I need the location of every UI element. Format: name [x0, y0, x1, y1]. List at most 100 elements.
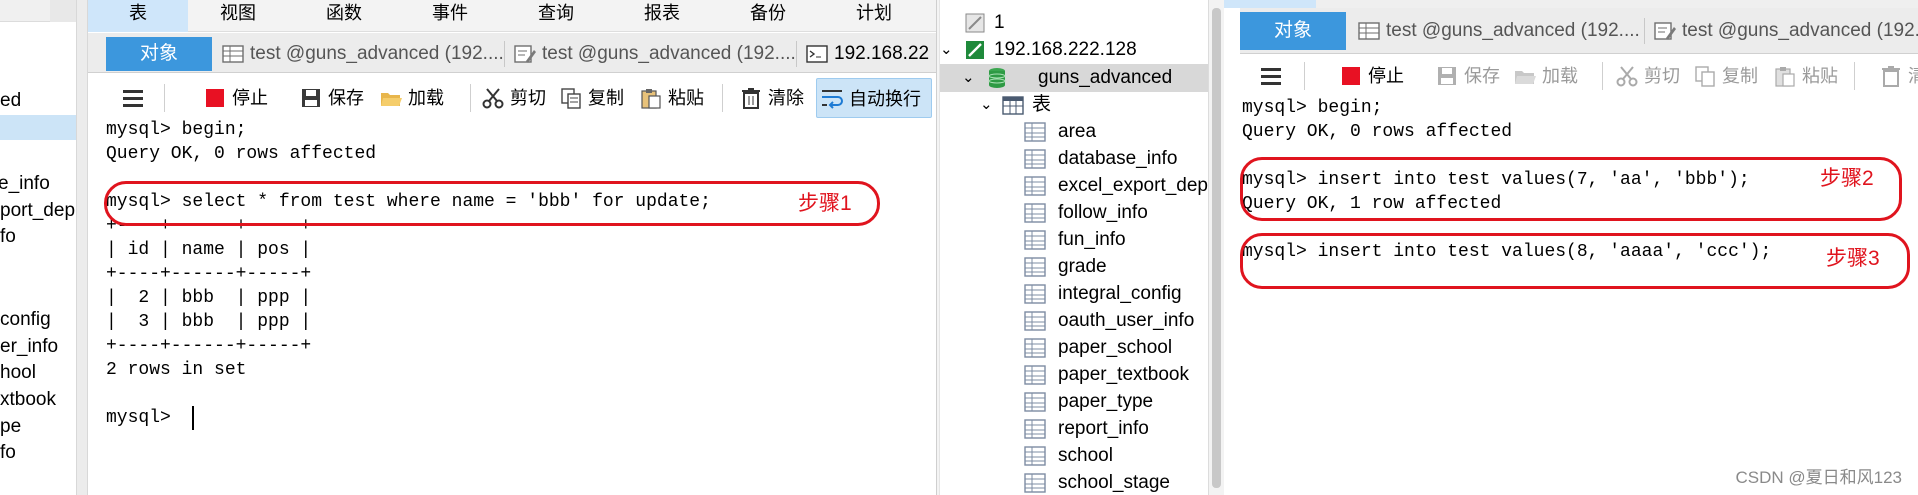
clear-button[interactable]: 清除 [740, 78, 810, 118]
panel-splitter[interactable] [76, 0, 88, 495]
console-line: Query OK, 0 rows affected [1242, 122, 1513, 142]
save-icon [1438, 67, 1456, 85]
menu-item-functions[interactable]: 函数 [294, 0, 394, 32]
load-button[interactable]: 加载 [380, 78, 454, 118]
console-line: | 2 | bbb | ppp | [106, 288, 312, 308]
console-output-left[interactable]: mysql> begin; Query OK, 0 rows affected … [106, 118, 934, 495]
connection-icon [965, 13, 985, 33]
table-icon [1024, 338, 1046, 358]
menu-item-queries[interactable]: 查询 [506, 0, 606, 32]
left-panel-item[interactable]: config [0, 306, 76, 333]
toolbar: 停止 保存 加载 剪切 复制 粘贴 清除 自动换行 [100, 78, 936, 118]
table-icon [1024, 311, 1046, 331]
table-icon [1024, 392, 1046, 412]
annotation-label-step3: 步骤3 [1826, 247, 1880, 270]
console-line: | 3 | bbb | ppp | [106, 312, 312, 332]
tree-scrollbar[interactable] [1208, 0, 1224, 495]
cut-button[interactable]: 剪切 [1616, 56, 1686, 96]
left-panel-fragment: ed e_info port_dep fo config er_info hoo… [0, 0, 76, 495]
tab-objects[interactable]: 对象 [1240, 12, 1346, 50]
left-panel-item[interactable]: hool [0, 359, 76, 386]
tables-folder-icon [1002, 96, 1024, 115]
copy-icon [1695, 66, 1715, 87]
left-panel-item[interactable]: e_info [0, 170, 76, 197]
menu-button[interactable] [1260, 56, 1286, 96]
left-panel-selection [0, 115, 76, 140]
clear-button[interactable]: 清 [1880, 56, 1918, 96]
left-panel-header [0, 0, 76, 22]
console-line: Query OK, 0 rows affected [106, 144, 377, 164]
query-edit-icon [514, 45, 536, 63]
table-icon [1358, 22, 1380, 40]
menu-item-views[interactable]: 视图 [188, 0, 288, 32]
toolbar-right: 停止 保存 加载 剪切 复制 粘贴 清 [1242, 56, 1918, 96]
chevron-down-icon[interactable]: ⌄ [980, 91, 993, 118]
table-icon [1024, 365, 1046, 385]
cut-button[interactable]: 剪切 [482, 78, 552, 118]
save-button[interactable]: 保存 [300, 78, 374, 118]
tab-table-test[interactable]: test @guns_advanced (192.... [1350, 12, 1642, 50]
menu-item-tables[interactable]: 表 [88, 0, 188, 32]
console-line: +----+------+-----+ [106, 264, 312, 284]
menu-bar: 表 视图 函数 事件 查询 报表 备份 计划 [88, 0, 936, 32]
left-panel-item[interactable]: port_dep [0, 197, 76, 224]
word-wrap-icon [822, 90, 843, 109]
paste-button[interactable]: 粘贴 [1774, 56, 1844, 96]
table-icon [1024, 473, 1046, 493]
table-icon [222, 45, 244, 63]
chevron-down-icon[interactable]: ⌄ [940, 36, 953, 63]
scissors-icon [1616, 66, 1638, 87]
console-prompt[interactable]: mysql> [106, 406, 182, 430]
paste-button[interactable]: 粘贴 [640, 78, 710, 118]
menu-item-events[interactable]: 事件 [400, 0, 500, 32]
copy-button[interactable]: 复制 [1694, 56, 1764, 96]
copy-button[interactable]: 复制 [560, 78, 630, 118]
annotation-label-step1: 步骤1 [798, 192, 852, 215]
chevron-down-icon[interactable]: ⌄ [962, 64, 975, 91]
menu-item-schedule[interactable]: 计划 [824, 0, 924, 32]
table-icon [1024, 419, 1046, 439]
left-panel-item[interactable]: ed [0, 87, 76, 114]
folder-open-icon [381, 93, 402, 106]
folder-open-icon [1515, 71, 1536, 84]
left-panel-item[interactable]: fo [0, 223, 76, 250]
console-line: 2 rows in set [106, 360, 247, 380]
menu-item-backup[interactable]: 备份 [718, 0, 818, 32]
menu-button[interactable] [122, 78, 148, 118]
annotation-highlight-step3 [1240, 233, 1910, 289]
menu-bar-fragment [1224, 0, 1918, 8]
query-edit-icon [1654, 22, 1676, 40]
hamburger-icon [1261, 68, 1281, 85]
table-icon [1024, 257, 1046, 277]
paste-icon [1775, 67, 1795, 87]
tab-table-test[interactable]: test @guns_advanced (192.... [214, 37, 504, 71]
left-panel-item[interactable]: fo [0, 439, 76, 466]
trash-icon [1882, 66, 1900, 87]
left-panel-item[interactable]: er_info [0, 333, 76, 360]
console-output-right[interactable]: mysql> begin; Query OK, 0 rows affected … [1242, 96, 1918, 495]
stop-icon [206, 89, 224, 107]
tab-objects[interactable]: 对象 [106, 37, 212, 71]
annotation-highlight-step2 [1240, 157, 1902, 221]
stop-button[interactable]: 停止 [204, 78, 274, 118]
tab-bar: 对象 test @guns_advanced (192.... test @gu… [88, 33, 936, 73]
database-icon [988, 68, 1006, 88]
annotation-highlight-step1 [104, 181, 880, 226]
word-wrap-toggle[interactable]: 自动换行 [816, 78, 932, 118]
save-button[interactable]: 保存 [1436, 56, 1510, 96]
tab-query-test[interactable]: test @guns_advanced (192.... [1646, 12, 1918, 50]
load-button[interactable]: 加载 [1514, 56, 1588, 96]
console-line: | id | name | pos | [106, 240, 312, 260]
tab-console[interactable]: 192.168.22 [798, 37, 936, 71]
object-tree: 1 ⌄ 192.168.222.128 ⌄ guns_advanced ⌄ 表 … [940, 0, 1208, 495]
tab-query-test[interactable]: test @guns_advanced (192.... [506, 37, 796, 71]
stop-button[interactable]: 停止 [1340, 56, 1410, 96]
menu-item-reports[interactable]: 报表 [612, 0, 712, 32]
text-caret [192, 406, 194, 430]
left-panel-item[interactable]: xtbook [0, 386, 76, 413]
console-line: mysql> begin; [106, 120, 247, 140]
table-icon [1024, 149, 1046, 169]
hamburger-icon [123, 90, 143, 107]
left-panel-item[interactable]: pe [0, 413, 76, 440]
copy-icon [561, 88, 581, 109]
